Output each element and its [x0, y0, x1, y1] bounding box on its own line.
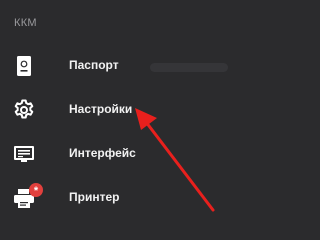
sidebar-item-interface[interactable]: Интерфейс [0, 134, 252, 174]
printer-alert-badge: * [29, 183, 43, 197]
gear-icon [12, 98, 36, 122]
sidebar-item-label: Настройки [69, 102, 133, 116]
sidebar-item-label: Паспорт [69, 58, 119, 72]
passport-icon [12, 54, 36, 78]
interface-icon [12, 142, 36, 166]
sidebar-item-label: Принтер [69, 190, 120, 204]
sidebar-item-label: Интерфейс [69, 146, 136, 160]
section-title-kkm: ККМ [14, 17, 37, 29]
sidebar-item-settings[interactable]: Настройки [0, 90, 252, 130]
passport-value-blurred [150, 63, 228, 72]
